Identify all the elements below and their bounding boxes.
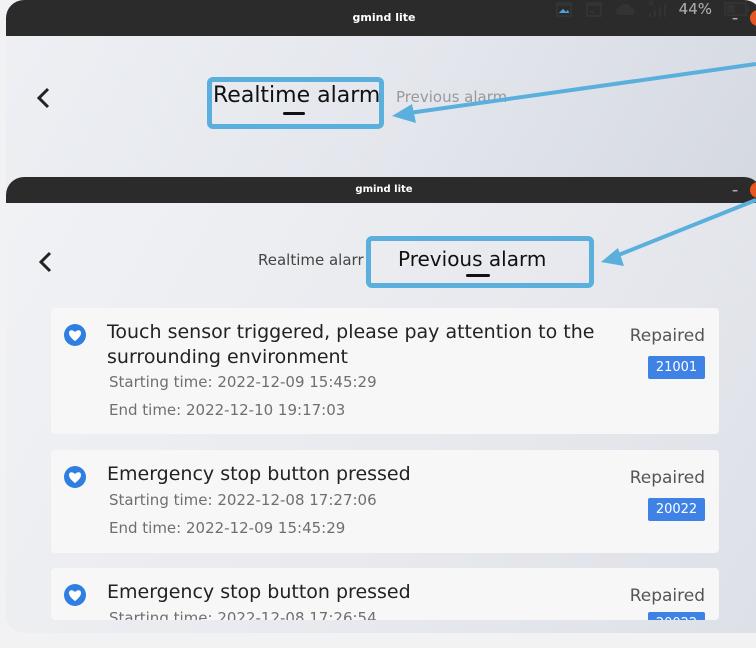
back-button-2[interactable] — [38, 250, 54, 280]
minimize-button-2[interactable]: – — [732, 177, 738, 203]
tab-realtime-2[interactable]: Realtime alarr — [258, 251, 364, 269]
alarm-title: Touch sensor triggered, please pay atten… — [107, 321, 595, 368]
close-button[interactable] — [750, 10, 756, 26]
close-button-2[interactable] — [750, 182, 756, 198]
window-title-2: gmind lite — [355, 184, 413, 195]
alarm-status: Repaired — [629, 586, 705, 606]
alarm-card[interactable]: Touch sensor triggered, please pay atten… — [51, 308, 719, 434]
alarm-end-time: End time: 2022-12-10 19:17:03 — [109, 401, 346, 419]
alarm-icon — [64, 584, 86, 606]
alarm-start-time: Starting time: 2022-12-08 17:26:54 — [109, 609, 377, 620]
alarm-status: Repaired — [629, 326, 705, 346]
alarm-icon — [64, 466, 86, 488]
alarm-card[interactable]: Emergency stop button pressed Starting t… — [51, 450, 719, 553]
alarm-title: Emergency stop button pressed — [107, 581, 411, 603]
tab-previous[interactable]: Previous alarm — [396, 88, 507, 106]
alarm-start-time: Starting time: 2022-12-09 15:45:29 — [109, 373, 377, 391]
alarm-status: Repaired — [629, 468, 705, 488]
title-bar-2[interactable]: gmind lite – — [6, 177, 756, 203]
alarm-end-time: End time: 2022-12-09 15:45:29 — [109, 519, 346, 537]
status-bar-2: 44% — [555, 0, 750, 18]
battery-percent-2: 44% — [678, 0, 712, 18]
alarm-icon — [64, 324, 86, 346]
alarm-code-badge: 20022 — [648, 612, 705, 620]
back-button[interactable] — [36, 86, 52, 116]
battery-icon — [724, 1, 750, 17]
highlight-box-realtime — [207, 77, 384, 129]
window-title: gmind lite — [352, 11, 416, 24]
highlight-box-previous — [366, 236, 594, 288]
alarm-code-badge: 20022 — [648, 498, 705, 521]
alarm-code-badge: 21001 — [648, 356, 705, 379]
alarm-start-time: Starting time: 2022-12-08 17:27:06 — [109, 491, 377, 509]
signal-icon — [647, 0, 667, 18]
cloud-icon — [615, 1, 635, 17]
gallery-icon — [555, 0, 573, 18]
alarm-card[interactable]: Emergency stop button pressed Starting t… — [51, 568, 719, 620]
image-icon — [585, 0, 603, 18]
alarm-title: Emergency stop button pressed — [107, 463, 411, 485]
